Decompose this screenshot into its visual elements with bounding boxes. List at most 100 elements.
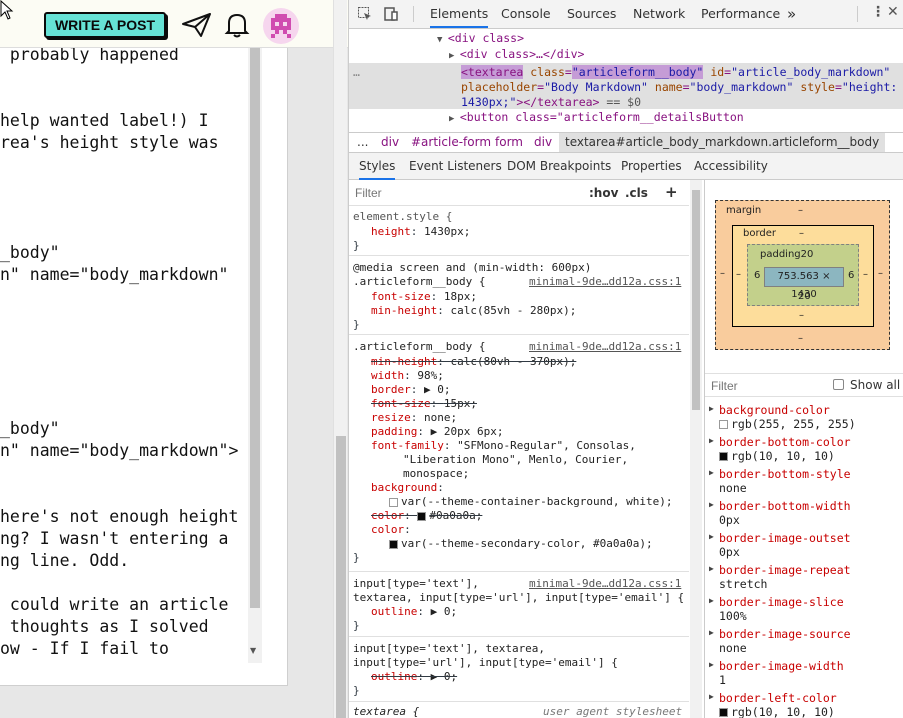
page-scrollbar-thumb[interactable]: [336, 436, 346, 718]
editor-line[interactable]: ng line. Odd.: [0, 550, 129, 572]
color-swatch[interactable]: [417, 511, 427, 521]
expand-arrow-icon[interactable]: ▶: [709, 660, 714, 669]
rule-value[interactable]: var(--theme-container-background, white)…: [389, 495, 673, 509]
computed-property[interactable]: ▶ background-color rgb(255, 255, 255): [705, 403, 903, 433]
node-ellipsis-icon[interactable]: …: [353, 65, 360, 80]
expand-arrow-icon[interactable]: ▶: [709, 500, 714, 509]
margin-bottom-value[interactable]: –: [798, 333, 803, 344]
padding-right-value[interactable]: 6: [848, 270, 854, 281]
rule-declaration[interactable]: font-size: 18px;: [371, 290, 477, 304]
rule-declaration[interactable]: background:: [371, 481, 444, 495]
editor-line[interactable]: n" name="body_markdown": [0, 264, 228, 286]
rule-source-link[interactable]: minimal-9de…dd12a.css:1: [529, 340, 681, 354]
editor-line[interactable]: thoughts as I solved: [0, 616, 209, 638]
expand-arrow-icon[interactable]: ▶: [709, 628, 714, 637]
computed-property[interactable]: ▶ border-bottom-width 0px: [705, 499, 903, 529]
tree-node-div[interactable]: ▼ <div class>: [437, 31, 524, 48]
breadcrumb-ellipsis[interactable]: ...: [357, 133, 368, 152]
rule-declaration[interactable]: resize: none;: [371, 411, 457, 425]
tree-node-button[interactable]: ▶ <button class="articleform__detailsBut…: [449, 110, 744, 127]
computed-property[interactable]: ▶ border-image-repeat stretch: [705, 563, 903, 593]
computed-property[interactable]: ▶ border-image-outset 0px: [705, 531, 903, 561]
expand-arrow-icon[interactable]: ▶: [709, 436, 714, 445]
styles-filter-input[interactable]: [355, 184, 575, 202]
device-toolbar-icon[interactable]: [383, 6, 399, 22]
menu-kebab-icon[interactable]: ⋮: [871, 4, 885, 20]
show-all-checkbox[interactable]: [833, 379, 844, 390]
tree-node-textarea-end[interactable]: 1430px;"></textarea> == $0: [461, 95, 641, 110]
tab-sources[interactable]: Sources: [567, 0, 616, 28]
color-swatch[interactable]: [719, 420, 728, 429]
editor-line[interactable]: rea's height style was: [0, 132, 219, 154]
breadcrumb-div[interactable]: div: [534, 133, 552, 152]
box-model-border[interactable]: border – – – – padding20 6 6 20 753.563 …: [732, 225, 874, 327]
margin-right-value[interactable]: –: [878, 268, 883, 279]
editor-line[interactable]: ow - If I fail to: [0, 638, 169, 660]
color-swatch[interactable]: [719, 452, 728, 461]
rule-declaration[interactable]: min-height: calc(85vh - 280px);: [371, 304, 576, 318]
computed-property[interactable]: ▶ border-left-color rgb(10, 10, 10): [705, 691, 903, 718]
article-body-textarea[interactable]: probably happened help wanted label!) Ire…: [0, 48, 288, 686]
tab-elements[interactable]: Elements: [430, 0, 489, 28]
border-right-value[interactable]: –: [863, 269, 868, 280]
computed-property[interactable]: ▶ border-bottom-style none: [705, 467, 903, 497]
class-toggle-button[interactable]: .cls: [625, 186, 648, 200]
rule-declaration-overridden[interactable]: font-size: 15px;: [371, 397, 477, 411]
close-icon[interactable]: ✕: [887, 4, 899, 20]
margin-left-value[interactable]: –: [720, 268, 725, 279]
rule-declaration[interactable]: border: ▶ 0;: [371, 383, 451, 397]
color-swatch[interactable]: [389, 497, 398, 507]
editor-scrollbar[interactable]: ▼: [248, 48, 262, 663]
computed-property[interactable]: ▶ border-image-source none: [705, 627, 903, 657]
tab-properties[interactable]: Properties: [621, 153, 682, 180]
tab-styles[interactable]: Styles: [359, 153, 396, 180]
computed-filter-input[interactable]: [711, 377, 821, 395]
new-rule-button[interactable]: +: [665, 183, 678, 201]
margin-top-value[interactable]: –: [798, 205, 803, 216]
box-model-content[interactable]: 753.563 × 1430: [764, 267, 844, 300]
editor-line[interactable]: _body": [0, 242, 60, 264]
expand-arrow-icon[interactable]: ▶: [709, 404, 714, 413]
styles-scrollbar-thumb[interactable]: [692, 190, 700, 410]
rule-declaration[interactable]: outline: ▶ 0;: [371, 605, 457, 619]
tree-node-textarea-cont[interactable]: placeholder="Body Markdown" name="body_m…: [461, 80, 897, 95]
editor-line[interactable]: here's not enough height: [0, 506, 238, 528]
tab-event-listeners[interactable]: Event Listeners: [409, 153, 502, 180]
rule-declaration-overridden[interactable]: outline: ▶ 0;: [371, 670, 457, 684]
tab-performance[interactable]: Performance: [701, 0, 780, 28]
scroll-down-icon[interactable]: ▼: [250, 646, 256, 655]
rule-source-link[interactable]: minimal-9de…dd12a.css:1: [529, 577, 681, 591]
color-swatch[interactable]: [389, 539, 398, 549]
expand-arrow-icon[interactable]: ▶: [709, 468, 714, 477]
rule-declaration[interactable]: height: 1430px;: [371, 225, 470, 239]
tab-dom-breakpoints[interactable]: DOM Breakpoints: [507, 153, 611, 180]
editor-line[interactable]: _body": [0, 418, 60, 440]
expand-arrow-icon[interactable]: ▶: [709, 564, 714, 573]
padding-left-value[interactable]: 6: [754, 270, 760, 281]
editor-line[interactable]: help wanted label!) I: [0, 110, 209, 132]
breadcrumb-article-form[interactable]: #article-form: [411, 133, 491, 152]
rule-source-link[interactable]: minimal-9de…dd12a.css:1: [529, 275, 681, 289]
page-scrollbar[interactable]: [333, 0, 347, 718]
rule-declaration[interactable]: font-family: "SFMono-Regular", Consolas,: [371, 439, 636, 453]
editor-scrollbar-thumb[interactable]: [250, 48, 260, 608]
send-icon[interactable]: [181, 12, 213, 38]
tree-node-div-collapsed[interactable]: ▶ <div class>…</div>: [449, 47, 584, 64]
computed-property[interactable]: ▶ border-image-width 1: [705, 659, 903, 689]
rule-declaration-overridden[interactable]: min-height: calc(80vh - 370px);: [371, 355, 576, 369]
rule-declaration[interactable]: width: 98%;: [371, 369, 444, 383]
tab-network[interactable]: Network: [633, 0, 685, 28]
editor-line[interactable]: probably happened: [0, 48, 179, 66]
border-left-value[interactable]: –: [736, 269, 741, 280]
rule-declaration[interactable]: color:: [371, 523, 411, 537]
tree-node-textarea[interactable]: <textarea class="articleform__body" id="…: [461, 65, 890, 80]
computed-property[interactable]: ▶ border-image-slice 100%: [705, 595, 903, 625]
editor-text[interactable]: probably happened help wanted label!) Ire…: [0, 48, 262, 664]
box-model-margin[interactable]: margin – – – – border – – – – padding20 …: [715, 200, 890, 350]
more-tabs-button[interactable]: »: [787, 0, 796, 28]
expand-arrow-icon[interactable]: ▶: [709, 692, 714, 701]
breadcrumb-form[interactable]: form: [495, 133, 523, 152]
tab-accessibility[interactable]: Accessibility: [694, 153, 768, 180]
border-top-value[interactable]: –: [799, 228, 804, 239]
write-a-post-button[interactable]: WRITE A POST: [44, 12, 166, 38]
